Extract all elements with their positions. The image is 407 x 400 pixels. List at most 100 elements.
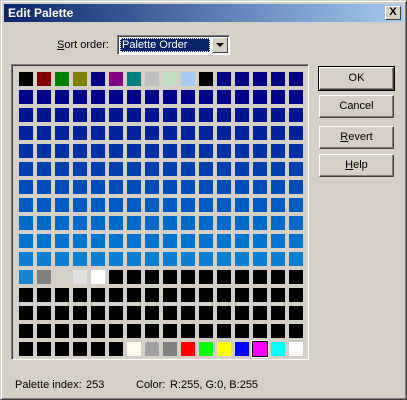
palette-swatch[interactable] [235, 270, 249, 284]
palette-swatch[interactable] [181, 108, 195, 122]
palette-swatch[interactable] [91, 72, 105, 86]
palette-swatch[interactable] [91, 270, 105, 284]
palette-swatch[interactable] [163, 108, 177, 122]
palette-swatch[interactable] [91, 288, 105, 302]
palette-swatch[interactable] [271, 108, 285, 122]
palette-swatch[interactable] [127, 324, 141, 338]
palette-swatch[interactable] [145, 144, 159, 158]
palette-swatch[interactable] [73, 288, 87, 302]
palette-swatch[interactable] [127, 180, 141, 194]
palette-swatch[interactable] [91, 324, 105, 338]
palette-swatch[interactable] [235, 144, 249, 158]
palette-swatch[interactable] [163, 342, 177, 356]
palette-swatch[interactable] [109, 162, 123, 176]
palette-swatch[interactable] [145, 90, 159, 104]
palette-swatch[interactable] [199, 162, 213, 176]
palette-swatch[interactable] [235, 198, 249, 212]
palette-swatch[interactable] [289, 162, 303, 176]
palette-swatch[interactable] [181, 162, 195, 176]
palette-swatch[interactable] [19, 342, 33, 356]
palette-swatch[interactable] [73, 72, 87, 86]
palette-swatch[interactable] [217, 126, 231, 140]
palette-swatch[interactable] [181, 72, 195, 86]
palette-swatch[interactable] [91, 306, 105, 320]
palette-swatch[interactable] [253, 90, 267, 104]
palette-swatch[interactable] [235, 126, 249, 140]
palette-swatch[interactable] [19, 126, 33, 140]
palette-swatch[interactable] [55, 216, 69, 230]
palette-swatch[interactable] [55, 162, 69, 176]
palette-swatch[interactable] [109, 288, 123, 302]
palette-swatch[interactable] [37, 234, 51, 248]
palette-swatch[interactable] [235, 90, 249, 104]
palette-swatch[interactable] [37, 342, 51, 356]
palette-swatch[interactable] [289, 90, 303, 104]
palette-swatch[interactable] [163, 306, 177, 320]
palette-swatch[interactable] [235, 180, 249, 194]
palette-swatch[interactable] [127, 108, 141, 122]
palette-swatch[interactable] [55, 342, 69, 356]
palette-swatch[interactable] [127, 126, 141, 140]
palette-swatch[interactable] [199, 342, 213, 356]
palette-swatch[interactable] [181, 90, 195, 104]
palette-swatch[interactable] [217, 162, 231, 176]
palette-swatch[interactable] [289, 180, 303, 194]
palette-swatch[interactable] [289, 342, 303, 356]
palette-swatch[interactable] [199, 72, 213, 86]
palette-swatch[interactable] [73, 234, 87, 248]
palette-swatch[interactable] [127, 216, 141, 230]
palette-swatch[interactable] [271, 72, 285, 86]
palette-swatch[interactable] [19, 324, 33, 338]
palette-swatch[interactable] [217, 72, 231, 86]
palette-swatch[interactable] [163, 144, 177, 158]
cancel-button[interactable]: Cancel [319, 95, 394, 118]
palette-swatch[interactable] [163, 234, 177, 248]
palette-swatch[interactable] [91, 180, 105, 194]
palette-swatch[interactable] [289, 306, 303, 320]
palette-swatch[interactable] [181, 180, 195, 194]
palette-swatch[interactable] [37, 252, 51, 266]
palette-swatch[interactable] [217, 216, 231, 230]
palette-swatch[interactable] [37, 180, 51, 194]
palette-swatch[interactable] [73, 162, 87, 176]
palette-swatch[interactable] [253, 180, 267, 194]
palette-swatch[interactable] [145, 234, 159, 248]
palette-swatch[interactable] [127, 234, 141, 248]
palette-swatch[interactable] [91, 144, 105, 158]
revert-button[interactable]: Revert [319, 126, 394, 149]
palette-swatch[interactable] [127, 162, 141, 176]
palette-swatch[interactable] [91, 126, 105, 140]
palette-swatch[interactable] [217, 270, 231, 284]
palette-swatch[interactable] [181, 342, 195, 356]
palette-swatch[interactable] [235, 162, 249, 176]
palette-swatch[interactable] [127, 252, 141, 266]
palette-swatch[interactable] [217, 252, 231, 266]
palette-swatch[interactable] [252, 341, 268, 357]
palette-swatch[interactable] [145, 162, 159, 176]
palette-swatch[interactable] [163, 270, 177, 284]
palette-swatch[interactable] [109, 252, 123, 266]
palette-swatch[interactable] [55, 306, 69, 320]
palette-swatch[interactable] [271, 270, 285, 284]
palette-swatch[interactable] [55, 198, 69, 212]
palette-swatch[interactable] [109, 126, 123, 140]
palette-swatch[interactable] [55, 126, 69, 140]
palette-swatch[interactable] [271, 234, 285, 248]
palette-swatch[interactable] [199, 270, 213, 284]
palette-swatch[interactable] [163, 72, 177, 86]
palette-swatch[interactable] [181, 306, 195, 320]
title-bar[interactable]: Edit Palette X [4, 4, 403, 22]
palette-swatch[interactable] [217, 180, 231, 194]
palette-swatch[interactable] [109, 342, 123, 356]
palette-swatch[interactable] [163, 90, 177, 104]
palette-swatch[interactable] [55, 72, 69, 86]
palette-swatch[interactable] [145, 126, 159, 140]
palette-swatch[interactable] [235, 306, 249, 320]
palette-swatch[interactable] [19, 162, 33, 176]
palette-swatch[interactable] [127, 306, 141, 320]
palette-swatch[interactable] [199, 126, 213, 140]
palette-swatch[interactable] [73, 342, 87, 356]
palette-swatch[interactable] [19, 108, 33, 122]
palette-swatch[interactable] [289, 270, 303, 284]
palette-swatch[interactable] [271, 126, 285, 140]
